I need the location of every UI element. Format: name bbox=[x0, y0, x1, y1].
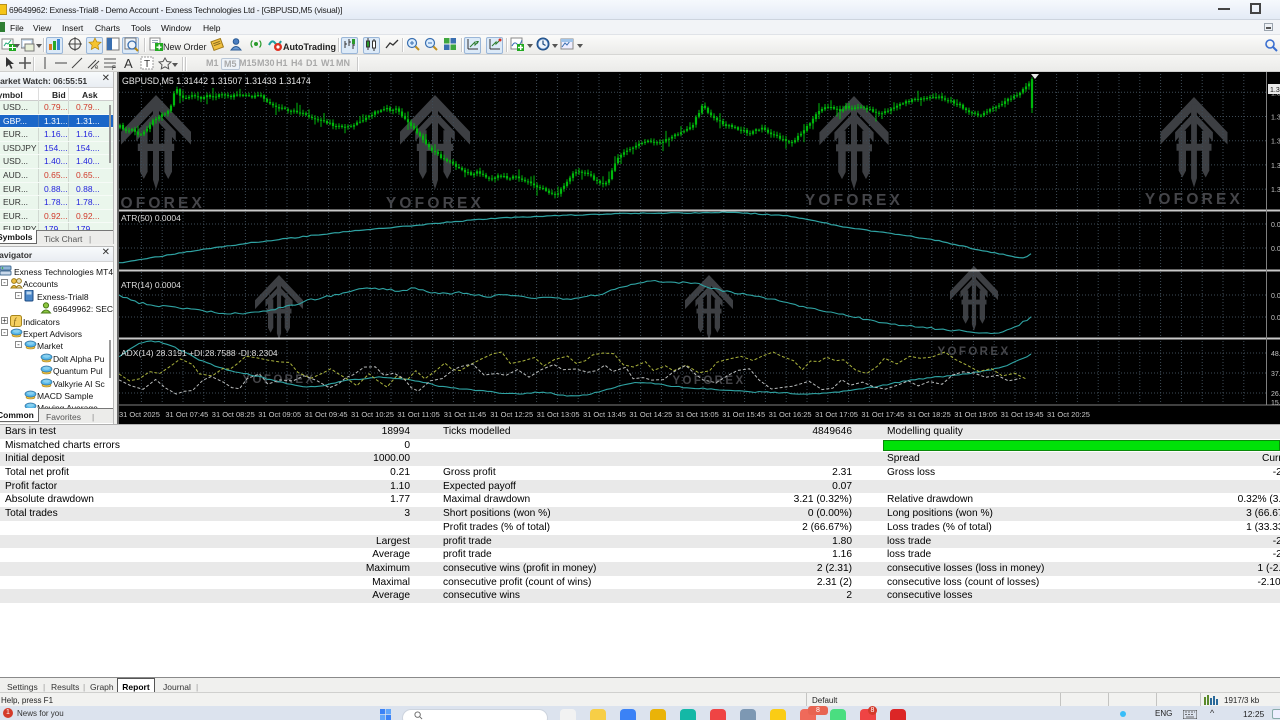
svg-text:31 Oct 16:25: 31 Oct 16:25 bbox=[769, 410, 812, 419]
svg-text:YOFOREX: YOFOREX bbox=[117, 195, 205, 212]
svg-text:0.00: 0.00 bbox=[1271, 293, 1280, 300]
svg-text:31 Oct 12:25: 31 Oct 12:25 bbox=[490, 410, 533, 419]
svg-text:31 Oct 13:45: 31 Oct 13:45 bbox=[583, 410, 626, 419]
svg-text:31 Oct 08:25: 31 Oct 08:25 bbox=[212, 410, 255, 419]
svg-text:31 Oct 13:05: 31 Oct 13:05 bbox=[537, 410, 580, 419]
svg-text:1.3: 1.3 bbox=[1270, 87, 1280, 94]
svg-text:31 Oct 15:45: 31 Oct 15:45 bbox=[722, 410, 765, 419]
svg-text:1.31: 1.31 bbox=[1271, 115, 1280, 122]
svg-text:T: T bbox=[144, 59, 150, 70]
svg-text:ADX(14) 28.3191 +DI:28.7588 -D: ADX(14) 28.3191 +DI:28.7588 -DI:8.2304 bbox=[121, 348, 278, 358]
svg-text:31 Oct 15:05: 31 Oct 15:05 bbox=[676, 410, 719, 419]
svg-text:31 Oct 2025: 31 Oct 2025 bbox=[119, 410, 160, 419]
svg-text:YOFOREX: YOFOREX bbox=[937, 346, 1010, 358]
svg-text:1.31: 1.31 bbox=[1271, 163, 1280, 170]
svg-text:26.: 26. bbox=[1271, 391, 1280, 398]
svg-text:F: F bbox=[112, 66, 116, 71]
svg-text:ATR(14) 0.0004: ATR(14) 0.0004 bbox=[121, 280, 181, 290]
svg-text:37.: 37. bbox=[1271, 371, 1280, 378]
svg-text:0.00: 0.00 bbox=[1271, 315, 1280, 322]
svg-text:0.00: 0.00 bbox=[1271, 246, 1280, 253]
svg-text:15.: 15. bbox=[1271, 400, 1280, 407]
svg-text:31 Oct 14:25: 31 Oct 14:25 bbox=[629, 410, 672, 419]
svg-text:e: e bbox=[95, 65, 99, 71]
svg-text:31 Oct 09:05: 31 Oct 09:05 bbox=[258, 410, 301, 419]
svg-text:31 Oct 18:25: 31 Oct 18:25 bbox=[908, 410, 951, 419]
svg-text:ATR(50) 0.0004: ATR(50) 0.0004 bbox=[121, 213, 181, 223]
svg-text:0.00: 0.00 bbox=[1271, 222, 1280, 229]
svg-text:48.: 48. bbox=[1271, 351, 1280, 358]
svg-text:YOFOREX: YOFOREX bbox=[805, 192, 903, 209]
svg-text:31 Oct 17:45: 31 Oct 17:45 bbox=[861, 410, 904, 419]
svg-text:31 Oct 07:45: 31 Oct 07:45 bbox=[165, 410, 208, 419]
svg-text:31 Oct 11:45: 31 Oct 11:45 bbox=[444, 410, 486, 419]
svg-text:31 Oct 11:05: 31 Oct 11:05 bbox=[397, 410, 439, 419]
svg-text:1.31: 1.31 bbox=[1271, 139, 1280, 146]
svg-text:31 Oct 10:25: 31 Oct 10:25 bbox=[351, 410, 394, 419]
svg-text:YOFOREX: YOFOREX bbox=[386, 195, 484, 212]
svg-text:31 Oct 09:45: 31 Oct 09:45 bbox=[305, 410, 348, 419]
svg-text:A: A bbox=[124, 56, 133, 71]
svg-text:1.31: 1.31 bbox=[1271, 187, 1280, 194]
svg-text:31 Oct 20:25: 31 Oct 20:25 bbox=[1047, 410, 1090, 419]
svg-text:YOFOREX: YOFOREX bbox=[1145, 191, 1243, 208]
svg-text:31 Oct 17:05: 31 Oct 17:05 bbox=[815, 410, 858, 419]
svg-text:GBPUSD,M5 1.31442 1.31507 1.3: GBPUSD,M5 1.31442 1.31507 1.31433 1.3147… bbox=[122, 76, 311, 86]
svg-text:31 Oct 19:05: 31 Oct 19:05 bbox=[954, 410, 997, 419]
svg-text:31 Oct 19:45: 31 Oct 19:45 bbox=[1001, 410, 1044, 419]
